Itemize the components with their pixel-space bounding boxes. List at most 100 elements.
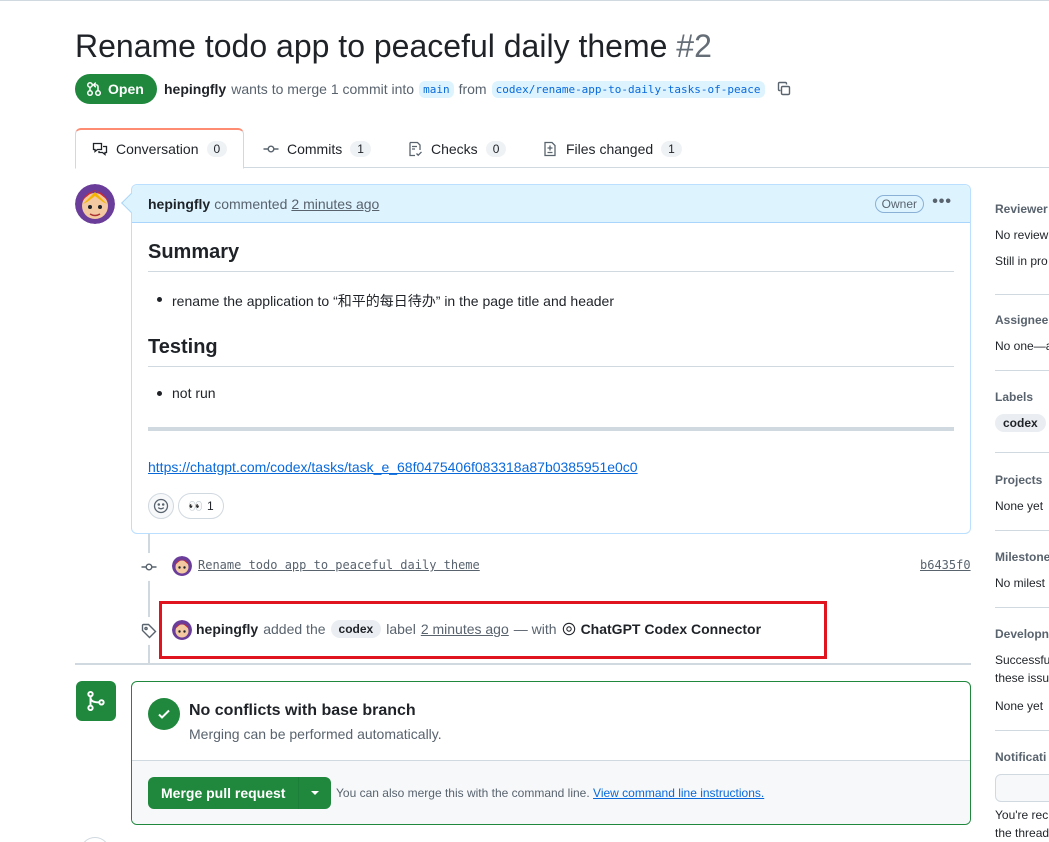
git-merge-icon xyxy=(87,690,105,712)
list-item: rename the application to “和平的每日待办” in t… xyxy=(156,293,615,309)
merge-options-dropdown[interactable] xyxy=(299,777,332,809)
pr-tabs: Conversation 0 Commits 1 Checks 0 Files … xyxy=(75,128,1049,169)
horizontal-rule xyxy=(148,427,954,431)
avatar[interactable] xyxy=(75,184,115,224)
timeline-divider xyxy=(75,663,971,665)
comment-card: hepingfly commented 2 minutes ago Owner … xyxy=(121,184,971,534)
sidebar-divider xyxy=(995,730,1049,731)
tab-files-changed[interactable]: Files changed 1 xyxy=(526,128,698,169)
tab-commits[interactable]: Commits 1 xyxy=(247,128,387,169)
git-pull-request-icon xyxy=(87,81,101,97)
copy-icon[interactable] xyxy=(776,81,792,97)
checklist-icon xyxy=(409,141,422,156)
merge-pull-request-button[interactable]: Merge pull request xyxy=(148,777,300,809)
sidebar-divider xyxy=(995,294,1049,295)
page-title: Rename todo app to peaceful daily theme … xyxy=(75,28,712,65)
status-badge: Open xyxy=(75,74,157,104)
sidebar-label-pill[interactable]: codex xyxy=(995,414,1046,432)
eyes-icon: 👀 xyxy=(188,499,203,513)
summary-heading: Summary xyxy=(148,241,240,263)
sidebar-development-heading[interactable]: Developn xyxy=(995,627,1049,641)
file-diff-icon xyxy=(544,141,556,156)
sidebar-projects-heading[interactable]: Projects xyxy=(995,473,1042,487)
sidebar-text: None yet xyxy=(995,499,1044,513)
tab-counter: 0 xyxy=(485,140,507,157)
merge-hint-text: You can also merge this with the command… xyxy=(336,786,590,800)
check-circle-icon xyxy=(148,698,180,730)
top-border xyxy=(0,0,1049,1)
merge-hint: You can also merge this with the command… xyxy=(336,786,764,800)
comment-header: hepingfly commented 2 minutes ago Owner … xyxy=(132,185,970,223)
sidebar-text: the thread xyxy=(995,826,1049,840)
merge-status-subtitle: Merging can be performed automatically. xyxy=(189,726,442,742)
comment-timestamp[interactable]: 2 minutes ago xyxy=(291,196,379,212)
comment-action: commented xyxy=(214,195,288,212)
add-reaction-button[interactable] xyxy=(148,493,174,519)
commit-sha-link[interactable]: b6435f0 xyxy=(920,558,971,572)
sidebar-text: No one—a xyxy=(995,339,1049,353)
sidebar-labels-heading[interactable]: Labels xyxy=(995,390,1033,404)
merge-icon-box xyxy=(76,681,116,721)
tab-checks[interactable]: Checks 0 xyxy=(391,128,522,169)
tag-icon xyxy=(141,623,157,639)
tab-counter: 0 xyxy=(206,141,228,157)
list-item: not run xyxy=(157,385,216,401)
tab-conversation[interactable]: Conversation 0 xyxy=(75,128,245,169)
sidebar-divider xyxy=(995,530,1049,531)
sidebar-assignees-heading[interactable]: Assignee xyxy=(995,313,1048,327)
git-commit-icon xyxy=(141,563,157,571)
tab-label: Commits xyxy=(287,140,343,157)
sidebar-text: No milest xyxy=(995,576,1046,590)
status-label: Open xyxy=(108,81,144,97)
pr-sidebar: Reviewer No review Still in pro Assignee… xyxy=(995,184,1049,842)
sidebar-text: Still in pro xyxy=(995,254,1048,268)
annotation-highlight-box xyxy=(159,601,827,659)
comment-discussion-icon xyxy=(92,142,108,156)
sidebar-text: No review xyxy=(995,228,1049,242)
git-commit-icon xyxy=(263,144,279,152)
subscribe-button[interactable] xyxy=(995,774,1049,802)
sidebar-text: these issu xyxy=(995,671,1049,685)
tab-label: Checks xyxy=(431,140,478,157)
sidebar-text: You're rec xyxy=(995,808,1049,822)
sidebar-divider xyxy=(995,607,1049,608)
author-link[interactable]: hepingfly xyxy=(164,81,226,97)
tab-label: Files changed xyxy=(566,140,654,157)
head-branch[interactable]: codex/rename-app-to-daily-tasks-of-peace xyxy=(491,80,765,98)
heading-divider xyxy=(148,366,954,367)
base-branch[interactable]: main xyxy=(419,80,454,98)
reaction-count: 1 xyxy=(206,499,214,513)
commit-message-link[interactable]: Rename todo app to peaceful daily theme xyxy=(198,558,480,572)
pr-title-text: Rename todo app to peaceful daily theme xyxy=(75,28,668,64)
tab-label: Conversation xyxy=(116,141,199,157)
reaction-eyes-button[interactable]: 👀 1 xyxy=(178,493,224,519)
triangle-down-icon xyxy=(311,791,320,795)
sidebar-divider xyxy=(995,452,1049,453)
sidebar-divider xyxy=(995,370,1049,371)
commit-event-icon xyxy=(135,553,163,581)
kebab-menu-icon[interactable]: ••• xyxy=(932,193,952,211)
merge-status-title: No conflicts with base branch xyxy=(189,702,416,719)
sidebar-text: None yet xyxy=(995,699,1044,713)
command-line-instructions-link[interactable]: View command line instructions. xyxy=(593,786,764,800)
comment-author[interactable]: hepingfly xyxy=(148,196,210,212)
merge-footer: Merge pull request You can also merge th… xyxy=(132,760,970,824)
merge-button-group: Merge pull request xyxy=(148,777,332,809)
meta-text: wants to merge 1 commit into xyxy=(231,81,415,97)
avatar[interactable] xyxy=(80,837,110,842)
avatar[interactable] xyxy=(172,556,192,576)
smiley-icon xyxy=(153,498,169,514)
sidebar-notifications-heading: Notificati xyxy=(995,750,1047,764)
heading-divider xyxy=(148,271,954,272)
tab-counter: 1 xyxy=(350,140,371,157)
task-link[interactable]: https://chatgpt.com/codex/tasks/task_e_6… xyxy=(148,459,638,475)
merge-panel: No conflicts with base branch Merging ca… xyxy=(131,681,971,825)
sidebar-text: Successfu xyxy=(995,653,1049,667)
owner-badge: Owner xyxy=(874,195,924,213)
testing-heading: Testing xyxy=(148,336,218,358)
tab-counter: 1 xyxy=(661,140,682,157)
from-text: from xyxy=(458,81,487,97)
pr-number: #2 xyxy=(676,28,712,64)
sidebar-reviewers-heading[interactable]: Reviewer xyxy=(995,202,1048,216)
sidebar-milestone-heading[interactable]: Milestone xyxy=(995,550,1049,564)
